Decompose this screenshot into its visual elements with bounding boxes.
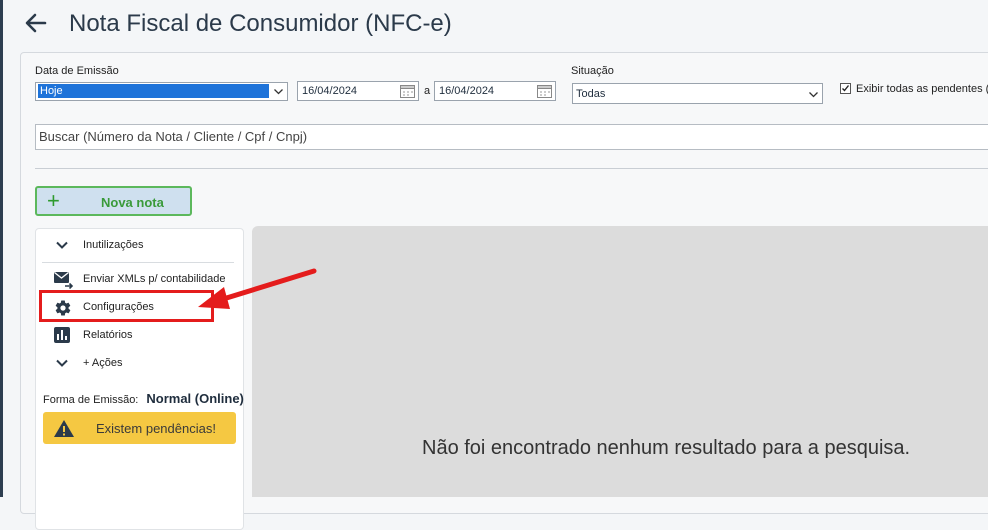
- search-placeholder: Buscar (Número da Nota / Cliente / Cpf /…: [39, 129, 308, 144]
- page-header: Nota Fiscal de Consumidor (NFC-e): [3, 0, 988, 48]
- search-input[interactable]: Buscar (Número da Nota / Cliente / Cpf /…: [35, 124, 988, 150]
- check-icon: [842, 85, 850, 92]
- sidebar-item-label: Relatórios: [83, 329, 133, 341]
- date-label: Data de Emissão: [35, 65, 119, 77]
- chevron-down-icon: [274, 89, 283, 95]
- period-value: Hoje: [38, 84, 269, 98]
- sidebar-item-acoes[interactable]: + Ações: [36, 352, 236, 374]
- empty-results-message: Não foi encontrado nenhum resultado para…: [422, 437, 911, 459]
- sidebar-item-inutilizacoes[interactable]: Inutilizações: [36, 234, 236, 256]
- plus-icon: +: [47, 188, 60, 213]
- date-from-field[interactable]: 16/04/2024: [297, 81, 419, 101]
- date-separator: a: [424, 85, 431, 97]
- sidebar-item-relatorios[interactable]: Relatórios: [36, 324, 236, 346]
- date-from-value: 16/04/2024: [302, 85, 358, 97]
- warning-icon: [54, 420, 74, 437]
- arrow-left-icon[interactable]: [23, 10, 49, 36]
- forma-label: Forma de Emissão:: [43, 394, 139, 406]
- chevron-down-icon: [809, 92, 818, 98]
- date-to-value: 16/04/2024: [439, 85, 495, 97]
- forma-emissao: Forma de Emissão: Normal (Online): [43, 391, 244, 406]
- show-pending-checkbox[interactable]: [840, 83, 851, 94]
- bar-chart-icon: [54, 327, 70, 343]
- new-note-button[interactable]: + Nova nota: [35, 186, 192, 216]
- divider: [35, 168, 988, 169]
- calendar-icon[interactable]: [536, 83, 553, 99]
- date-to-field[interactable]: 16/04/2024: [434, 81, 556, 101]
- situacao-label: Situação: [571, 65, 614, 77]
- sidebar-item-label: + Ações: [83, 357, 123, 369]
- page-title: Nota Fiscal de Consumidor (NFC-e): [69, 10, 452, 37]
- red-arrow-annotation: [198, 268, 317, 309]
- results-area: Não foi encontrado nenhum resultado para…: [252, 226, 988, 497]
- new-note-label: Nova nota: [101, 195, 164, 210]
- show-pending-label[interactable]: Exibir todas as pendentes (i: [856, 83, 988, 95]
- left-edge-bar: [0, 0, 3, 497]
- sidebar-item-label: Inutilizações: [83, 239, 144, 251]
- mail-send-icon: [54, 271, 74, 289]
- forma-value: Normal (Online): [146, 391, 244, 406]
- pending-text: Existem pendências!: [96, 421, 216, 436]
- calendar-icon[interactable]: [399, 83, 416, 99]
- situacao-value: Todas: [576, 88, 606, 100]
- chevron-down-icon: [56, 359, 68, 367]
- highlight-box: [39, 290, 214, 322]
- situacao-select[interactable]: Todas: [572, 83, 823, 104]
- chevron-down-icon: [56, 241, 68, 249]
- pending-alert[interactable]: Existem pendências!: [43, 412, 236, 444]
- period-select[interactable]: Hoje: [35, 82, 288, 101]
